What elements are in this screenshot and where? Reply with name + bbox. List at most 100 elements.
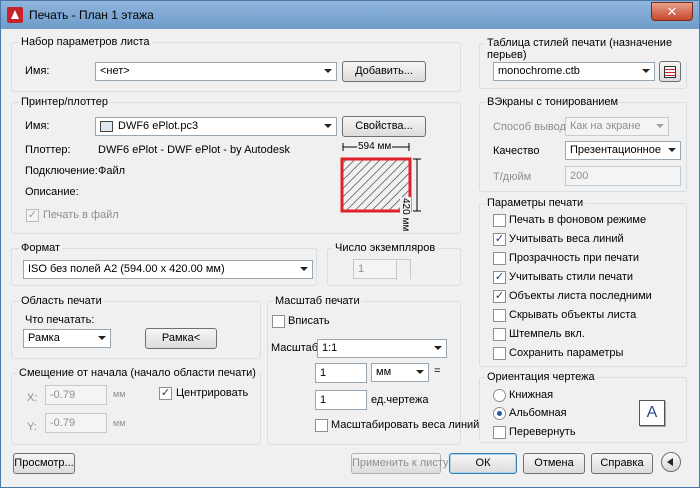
paper-preview-graphic (340, 143, 421, 213)
apply-to-layout-button[interactable]: Применить к листу (351, 453, 449, 474)
plot-scale-title: Масштаб печати (273, 295, 362, 307)
shade-method-label: Способ вывода (493, 121, 572, 133)
chevron-down-icon (434, 346, 442, 350)
print-to-file-checkbox[interactable]: ✓ (26, 209, 39, 222)
scale-lineweights-checkbox[interactable] (315, 419, 328, 432)
option-checkbox-0[interactable] (493, 214, 506, 227)
printer-icon (100, 121, 113, 132)
quality-value: Презентационное (570, 144, 661, 156)
offset-y-unit: мм (113, 418, 126, 428)
cancel-button[interactable]: Отмена (523, 453, 585, 474)
printer-name-label: Имя: (25, 120, 50, 132)
dpi-label: Т/дюйм (493, 171, 532, 183)
title-bar: Печать - План 1 этажа ✕ (1, 1, 699, 29)
chevron-down-icon (324, 124, 332, 128)
chevron-down-icon (656, 124, 664, 128)
page-setup-name-value: <нет> (100, 65, 130, 77)
scale-lineweights-label: Масштабировать веса линий (331, 419, 480, 431)
option-checkbox-4[interactable]: ✓ (493, 290, 506, 303)
window-title: Печать - План 1 этажа (29, 8, 154, 22)
offset-y-input[interactable]: -0.79 (45, 413, 107, 433)
offset-x-label: X: (27, 392, 38, 404)
option-label-4: Объекты листа последними (509, 290, 652, 302)
page-setup-name-label: Имя: (25, 65, 50, 77)
scale-select[interactable]: 1:1 (317, 339, 447, 358)
dpi-input[interactable]: 200 (565, 166, 681, 186)
option-checkbox-7[interactable] (493, 347, 506, 360)
plot-options-title: Параметры печати (485, 197, 586, 209)
plot-style-table-value: monochrome.ctb (498, 65, 580, 77)
connection-label: Подключение: (25, 165, 98, 177)
option-checkbox-3[interactable]: ✓ (493, 271, 506, 284)
scale-units-value: мм (376, 366, 392, 378)
print-dialog: Печать - План 1 этажа ✕ Набор параметров… (0, 0, 700, 488)
portrait-radio[interactable] (493, 389, 506, 402)
printer-properties-button[interactable]: Свойства... (342, 116, 426, 137)
format-value: ISO без полей A2 (594.00 x 420.00 мм) (28, 263, 225, 275)
plot-style-table-select[interactable]: monochrome.ctb (493, 62, 655, 81)
quality-label: Качество (493, 145, 540, 157)
format-title: Формат (19, 242, 63, 254)
format-select[interactable]: ISO без полей A2 (594.00 x 420.00 мм) (23, 260, 313, 279)
landscape-label: Альбомная (509, 407, 567, 419)
portrait-label: Книжная (509, 389, 554, 401)
chevron-down-icon (416, 370, 424, 374)
page-setup-name-select[interactable]: <нет> (95, 62, 337, 81)
what-to-plot-select[interactable]: Рамка (23, 329, 111, 348)
option-checkbox-5[interactable] (493, 309, 506, 322)
close-button[interactable]: ✕ (651, 2, 693, 21)
landscape-radio[interactable] (493, 407, 506, 420)
plot-area-title: Область печати (19, 295, 104, 307)
option-label-0: Печать в фоновом режиме (509, 214, 647, 226)
option-checkbox-1[interactable]: ✓ (493, 233, 506, 246)
scale-equals-sign: = (434, 365, 441, 377)
collapse-options-button[interactable] (661, 452, 681, 472)
dpi-value: 200 (570, 170, 589, 182)
offset-x-value: -0.79 (50, 389, 76, 401)
ok-button[interactable]: ОК (449, 453, 517, 474)
orientation-preview-icon: A (639, 400, 665, 426)
option-label-1: Учитывать веса линий (509, 233, 624, 245)
drawing-units-label: ед.чертежа (371, 394, 429, 406)
offset-x-unit: мм (113, 389, 126, 399)
select-frame-button[interactable]: Рамка< (145, 328, 217, 349)
preview-button[interactable]: Просмотр... (13, 453, 75, 474)
scale-paper-units-input[interactable]: 1 (315, 363, 367, 383)
paper-size-preview: 594 мм 420 мм (339, 141, 427, 233)
plot-options-group (479, 203, 687, 367)
offset-x-input[interactable]: -0.79 (45, 385, 107, 405)
center-plot-checkbox[interactable]: ✓ (159, 387, 172, 400)
quality-select[interactable]: Презентационное (565, 141, 681, 160)
scale-units-select[interactable]: мм (371, 363, 429, 382)
printer-title: Принтер/плоттер (19, 96, 111, 108)
paper-height-label: 420 мм (400, 197, 411, 233)
scale-drawing-units-value: 1 (320, 394, 327, 406)
plotter-value: DWF6 ePlot - DWF ePlot - by Autodesk (98, 144, 290, 156)
description-label: Описание: (25, 186, 79, 198)
scale-label: Масштаб: (271, 342, 322, 354)
shaded-viewport-title: ВЭкраны с тонированием (485, 96, 621, 108)
copies-spinner[interactable] (396, 260, 410, 280)
help-button[interactable]: Справка (591, 453, 653, 474)
add-page-setup-button[interactable]: Добавить... (342, 61, 426, 82)
edit-plot-style-button[interactable] (659, 61, 681, 82)
shade-method-select[interactable]: Как на экране (565, 117, 669, 136)
upside-down-checkbox[interactable] (493, 426, 506, 439)
shade-method-value: Как на экране (570, 120, 641, 132)
option-checkbox-6[interactable] (493, 328, 506, 341)
printer-name-value: DWF6 ePlot.pc3 (118, 120, 199, 132)
chevron-down-icon (668, 148, 676, 152)
center-plot-label: Центрировать (176, 387, 249, 399)
fit-to-paper-checkbox[interactable] (272, 315, 285, 328)
chevron-down-icon (642, 69, 650, 73)
copies-input[interactable]: 1 (353, 259, 411, 280)
scale-value: 1:1 (322, 342, 338, 354)
plot-offset-title: Смещение от начала (начало области печат… (17, 367, 258, 379)
offset-y-label: Y: (27, 421, 37, 433)
scale-drawing-units-input[interactable]: 1 (315, 390, 367, 410)
copies-title: Число экземпляров (333, 242, 438, 254)
option-label-3: Учитывать стили печати (509, 271, 634, 283)
printer-name-select[interactable]: DWF6 ePlot.pc3 (95, 117, 337, 136)
option-checkbox-2[interactable] (493, 252, 506, 265)
copies-value: 1 (358, 263, 365, 275)
